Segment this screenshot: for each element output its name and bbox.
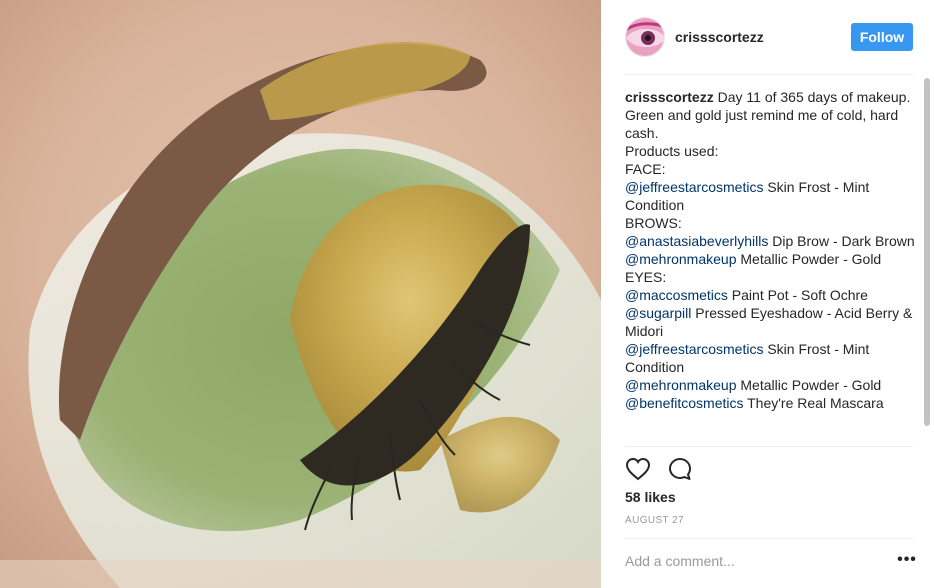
caption-line: Products used: <box>625 143 719 159</box>
mention-link[interactable]: @benefitcosmetics <box>625 395 743 411</box>
divider <box>625 74 913 75</box>
caption-line: @sugarpill Pressed Eyeshadow - Acid Berr… <box>625 304 919 340</box>
post-side-panel: crissscortezz Follow crissscortezz Day 1… <box>601 0 934 588</box>
mention-link[interactable]: @jeffreestarcosmetics <box>625 341 763 357</box>
caption-line: @anastasiabeverlyhills Dip Brow - Dark B… <box>625 232 919 250</box>
mention-link[interactable]: @mehronmakeup <box>625 251 737 267</box>
post-photo[interactable] <box>0 0 601 588</box>
comment-input[interactable] <box>625 548 875 574</box>
caption-text: Dip Brow - Dark Brown <box>768 233 915 249</box>
caption-line: FACE: <box>625 161 666 177</box>
caption-scrollbar[interactable] <box>924 78 930 426</box>
caption-text: Metallic Powder - Gold <box>736 251 882 267</box>
caption-text: Day 11 of 365 days of makeup. <box>717 89 911 105</box>
caption-line: @benefitcosmetics They're Real Mascara <box>625 394 919 412</box>
caption-line: @maccosmetics Paint Pot - Soft Ochre <box>625 286 919 304</box>
divider <box>625 538 913 539</box>
username-link[interactable]: crissscortezz <box>675 29 764 45</box>
heart-icon[interactable] <box>623 454 653 484</box>
caption-line: EYES: <box>625 269 667 285</box>
caption-line: @mehronmakeup Metallic Powder - Gold <box>625 250 919 268</box>
caption-line: @mehronmakeup Metallic Powder - Gold <box>625 376 919 394</box>
caption-text: Metallic Powder - Gold <box>736 377 882 393</box>
post-actions <box>623 454 707 484</box>
caption-line: BROWS: <box>625 215 682 231</box>
caption-section: crissscortezz Day 11 of 365 days of make… <box>625 88 919 444</box>
mention-link[interactable]: @jeffreestarcosmetics <box>625 179 763 195</box>
caption-line: crissscortezz Day 11 of 365 days of make… <box>625 88 919 106</box>
caption-line: Green and gold just remind me of cold, h… <box>625 107 899 141</box>
mention-link[interactable]: @mehronmakeup <box>625 377 737 393</box>
caption-line: @jeffreestarcosmetics Skin Frost - Mint … <box>625 340 919 376</box>
mention-link[interactable]: @maccosmetics <box>625 287 728 303</box>
divider <box>625 446 913 447</box>
avatar-image <box>626 18 664 56</box>
likes-count[interactable]: 58 likes <box>625 489 676 505</box>
mention-link[interactable]: @sugarpill <box>625 305 691 321</box>
caption-text: They're Real Mascara <box>743 395 884 411</box>
avatar[interactable] <box>625 17 665 57</box>
caption-line: @jeffreestarcosmetics Skin Frost - Mint … <box>625 178 919 214</box>
caption-text: Paint Pot - Soft Ochre <box>727 287 868 303</box>
caption-username-link[interactable]: crissscortezz <box>625 89 714 105</box>
mention-link[interactable]: @anastasiabeverlyhills <box>625 233 768 249</box>
more-options-icon[interactable]: ••• <box>895 550 919 574</box>
post-date[interactable]: AUGUST 27 <box>625 515 684 526</box>
post-header: crissscortezz Follow <box>625 16 913 58</box>
eye-makeup-image <box>0 0 601 588</box>
comment-icon[interactable] <box>665 454 695 484</box>
follow-button[interactable]: Follow <box>851 23 913 51</box>
